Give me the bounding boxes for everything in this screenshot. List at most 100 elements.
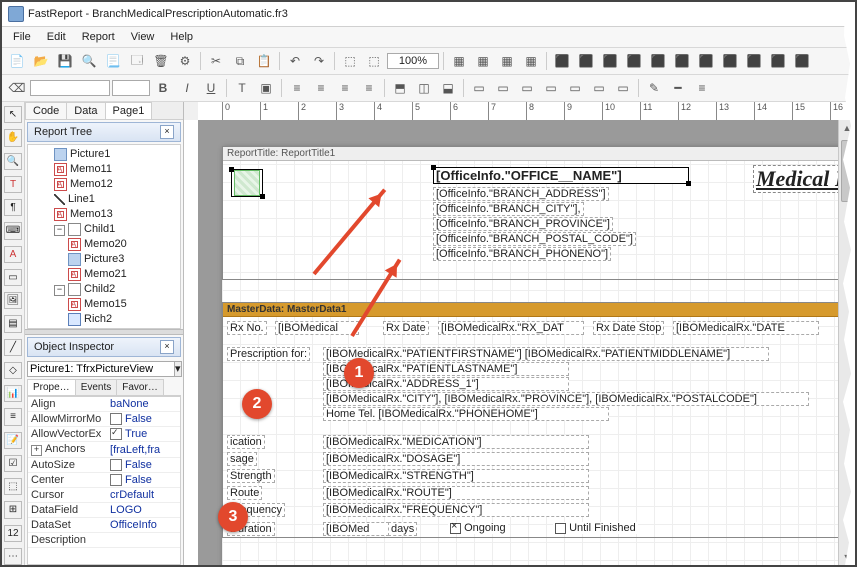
menu-file[interactable]: File [6,29,38,45]
new-page-icon[interactable]: 📃 [102,50,124,72]
subreport-tool-icon[interactable]: ▤ [4,315,22,332]
tab-properties[interactable]: Prope… [27,379,76,395]
align-right-icon[interactable]: ⬛ [599,50,621,72]
detail-label[interactable]: Frequency [227,503,285,517]
copyfmt-tool-icon[interactable]: ⌨ [4,222,22,239]
band-master-data[interactable]: MasterData: MasterData1 ▥ IBOMedicalRx R… [222,302,855,538]
close-icon[interactable]: × [160,340,174,354]
paste-icon[interactable]: 📋 [253,50,275,72]
duration-field[interactable]: [IBOMed [323,522,389,536]
tree-item[interactable]: Memo15 [56,297,178,312]
align-mid-icon[interactable]: ⬛ [647,50,669,72]
align-top-icon[interactable]: ⬛ [623,50,645,72]
delete-page-icon[interactable]: 🗑 [150,50,172,72]
zoom-tool-icon[interactable]: 🔍 [4,153,22,170]
property-row[interactable]: DataSetOfficeInfo [28,518,180,533]
tree-item[interactable]: −Child1 [42,222,178,237]
frame-left-icon[interactable]: ▭ [516,77,538,99]
horizontal-ruler[interactable]: 01234567891011121314151617181920 [198,102,855,121]
report-page[interactable]: ReportTitle: ReportTitle1 [OfficeInfo."O… [222,146,855,565]
office-name-field[interactable]: [OfficeInfo."OFFICE__NAME"] [433,167,689,184]
select-tool-icon[interactable]: ↖ [4,106,22,123]
tab-code[interactable]: Code [25,102,67,119]
detail-field[interactable]: [IBOMedicalRx."ROUTE"] [323,486,589,500]
menu-help[interactable]: Help [163,29,200,45]
tree-item[interactable]: Memo12 [42,177,178,192]
tree-item[interactable]: Rich2 [56,312,178,327]
tab-data[interactable]: Data [66,102,105,119]
detail-field[interactable]: [IBOMedicalRx."MEDICATION"] [323,435,589,449]
frame-shadow-icon[interactable]: ▭ [612,77,634,99]
preview-icon[interactable]: 🔍 [78,50,100,72]
patient-name-field[interactable]: [IBOMedicalRx."PATIENTFIRSTNAME"] [IBOMe… [323,347,769,361]
frame-bot-icon[interactable]: ▭ [492,77,514,99]
picture1-object[interactable] [231,169,263,197]
menubar[interactable]: File Edit Report View Help [2,27,855,48]
detail-field[interactable]: [IBOMedicalRx."STRENGTH"] [323,469,589,483]
rx-date-label[interactable]: Rx Date [383,321,429,335]
tree-item[interactable]: Picture1 [42,147,178,162]
days-label[interactable]: days [388,522,417,536]
page-settings-icon[interactable]: ⚙ [174,50,196,72]
property-row[interactable]: Description [28,533,180,548]
text-center-icon[interactable]: ≡ [310,77,332,99]
shape-tool-icon[interactable]: ◇ [4,362,22,379]
frame-none-icon[interactable]: ▭ [588,77,610,99]
tree-item[interactable]: Memo21 [56,267,178,282]
canvas-scroll[interactable]: ReportTitle: ReportTitle1 [OfficeInfo."O… [198,120,855,565]
rx-date-stop-field[interactable]: [IBOMedicalRx."DATE [673,321,819,335]
hand-tool-icon[interactable]: ✋ [4,129,22,146]
property-grid[interactable]: AlignbaNoneAllowMirrorMoFalseAllowVector… [27,396,181,565]
rx-no-field[interactable]: [IBOMedical [275,321,359,335]
branch-city-field[interactable]: [OfficeInfo."BRANCH_CITY"], [433,202,584,216]
band-tool-icon[interactable]: ▭ [4,269,22,286]
font-combo[interactable] [30,80,110,96]
city-prov-postal-field[interactable]: [IBOMedicalRx."CITY"], [IBOMedicalRx."PR… [323,392,809,406]
text-just-icon[interactable]: ≡ [358,77,380,99]
until-finished-checkbox[interactable]: Until Finished [553,522,638,534]
grid2-icon[interactable]: ▦ [472,50,494,72]
close-icon[interactable]: × [160,125,174,139]
menu-view[interactable]: View [124,29,162,45]
text-tool-icon[interactable]: T [4,176,22,193]
property-row[interactable]: AlignbaNone [28,397,180,412]
tree-item[interactable]: Memo11 [42,162,178,177]
rich-tool-icon[interactable]: 📝 [4,432,22,449]
undo-icon[interactable]: ↶ [284,50,306,72]
ongoing-checkbox[interactable]: Ongoing [448,522,508,534]
space-h-icon[interactable]: ⬛ [695,50,717,72]
branch-postal-field[interactable]: [OfficeInfo."BRANCH_POSTAL_CODE"] [433,232,636,246]
home-tel-field[interactable]: Home Tel. [IBOMedicalRx."PHONEHOME"] [323,407,609,421]
grid-icon[interactable]: ▦ [448,50,470,72]
frame-top-icon[interactable]: ▭ [468,77,490,99]
fill-color-icon[interactable]: ▣ [255,77,277,99]
format-tool-icon[interactable]: ¶ [4,199,22,216]
dropdown-icon[interactable]: ▾ [175,361,182,377]
samesize-icon[interactable]: ⬛ [791,50,813,72]
grid4-icon[interactable]: ▦ [520,50,542,72]
new-dialog-icon[interactable]: 🗔 [126,50,148,72]
tree-item[interactable]: Memo13 [42,207,178,222]
frame-width-icon[interactable]: ≡ [691,77,713,99]
frame-right-icon[interactable]: ▭ [540,77,562,99]
num-tool-icon[interactable]: 12 [4,525,22,542]
frame-style-icon[interactable]: ━ [667,77,689,99]
valign-top-icon[interactable]: ⬒ [389,77,411,99]
copy-icon[interactable]: ⧉ [229,50,251,72]
property-row[interactable]: +Anchors[fraLeft,fra [28,442,180,458]
align-bot-icon[interactable]: ⬛ [671,50,693,72]
align-center-icon[interactable]: ⬛ [575,50,597,72]
tab-page1[interactable]: Page1 [105,102,153,119]
branch-province-field[interactable]: [OfficeInfo."BRANCH_PROVINCE"] [433,217,613,231]
text-right-icon[interactable]: ≡ [334,77,356,99]
object-selector[interactable]: ▾ [27,361,181,377]
space-v-icon[interactable]: ⬛ [719,50,741,72]
branch-address-field[interactable]: [OfficeInfo."BRANCH_ADDRESS"] [433,187,609,201]
rx-no-label[interactable]: Rx No. [227,321,267,335]
sameh-icon[interactable]: ⬛ [767,50,789,72]
property-row[interactable]: AllowVectorExTrue [28,427,180,442]
detail-label[interactable]: Strength [227,469,275,483]
barcode-tool-icon[interactable]: ≡ [4,408,22,425]
picture-tool-icon[interactable]: 🖼 [4,292,22,309]
menu-report[interactable]: Report [75,29,122,45]
